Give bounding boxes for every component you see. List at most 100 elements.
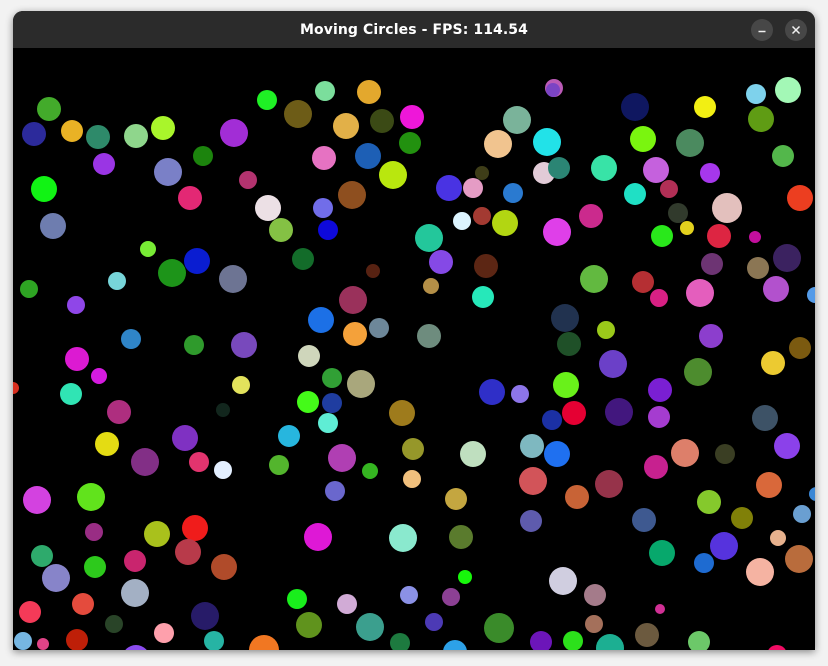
circles-canvas — [13, 48, 815, 650]
moving-circle — [548, 157, 570, 179]
moving-circle — [182, 515, 208, 541]
moving-circle — [770, 530, 786, 546]
moving-circle — [211, 554, 237, 580]
moving-circle — [333, 113, 359, 139]
moving-circle — [671, 439, 699, 467]
moving-circle — [635, 623, 659, 647]
moving-circle — [643, 157, 669, 183]
moving-circle — [322, 393, 342, 413]
moving-circle — [362, 463, 378, 479]
app-window: Moving Circles - FPS: 114.54 — [13, 11, 815, 650]
moving-circle — [595, 470, 623, 498]
moving-circle — [318, 413, 338, 433]
moving-circle — [520, 510, 542, 532]
moving-circle — [91, 368, 107, 384]
minimize-button[interactable] — [751, 19, 773, 41]
moving-circle — [655, 604, 665, 614]
moving-circle — [787, 185, 813, 211]
moving-circle — [599, 350, 627, 378]
moving-circle — [748, 106, 774, 132]
moving-circle — [453, 212, 471, 230]
moving-circle — [774, 433, 800, 459]
moving-circle — [400, 105, 424, 129]
moving-circle — [357, 80, 381, 104]
moving-circle — [660, 180, 678, 198]
moving-circle — [37, 97, 61, 121]
moving-circle — [67, 296, 85, 314]
moving-circle — [121, 329, 141, 349]
moving-circle — [632, 508, 656, 532]
moving-circle — [644, 455, 668, 479]
moving-circle — [543, 218, 571, 246]
moving-circle — [239, 171, 257, 189]
moving-circle — [789, 337, 811, 359]
moving-circle — [484, 613, 514, 643]
moving-circle — [680, 221, 694, 235]
moving-circle — [347, 370, 375, 398]
moving-circle — [775, 77, 801, 103]
minimize-icon — [758, 30, 766, 33]
moving-circle — [415, 224, 443, 252]
moving-circle — [343, 322, 367, 346]
moving-circle — [193, 146, 213, 166]
moving-circle — [154, 623, 174, 643]
moving-circle — [649, 540, 675, 566]
close-icon — [791, 25, 801, 35]
moving-circle — [37, 638, 49, 650]
moving-circle — [463, 178, 483, 198]
moving-circle — [296, 612, 322, 638]
moving-circle — [403, 470, 421, 488]
moving-circle — [313, 198, 333, 218]
title-bar[interactable]: Moving Circles - FPS: 114.54 — [13, 11, 815, 48]
moving-circle — [175, 539, 201, 565]
moving-circle — [312, 146, 336, 170]
moving-circle — [292, 248, 314, 270]
moving-circle — [715, 444, 735, 464]
moving-circle — [676, 129, 704, 157]
moving-circle — [287, 589, 307, 609]
moving-circle — [460, 441, 486, 467]
moving-circle — [20, 280, 38, 298]
moving-circle — [219, 265, 247, 293]
moving-circle — [107, 400, 131, 424]
moving-circle — [458, 570, 472, 584]
window-title: Moving Circles - FPS: 114.54 — [299, 21, 528, 38]
moving-circle — [650, 289, 668, 307]
moving-circle — [61, 120, 83, 142]
moving-circle — [746, 84, 766, 104]
moving-circle — [484, 130, 512, 158]
moving-circle — [492, 210, 518, 236]
moving-circle — [429, 250, 453, 274]
moving-circle — [19, 601, 41, 623]
close-button[interactable] — [785, 19, 807, 41]
moving-circle — [298, 345, 320, 367]
moving-circle — [189, 452, 209, 472]
moving-circle — [140, 241, 156, 257]
moving-circle — [318, 220, 338, 240]
moving-circle — [131, 448, 159, 476]
moving-circle — [366, 264, 380, 278]
moving-circle — [544, 441, 570, 467]
moving-circle — [65, 347, 89, 371]
moving-circle — [546, 83, 560, 97]
moving-circle — [402, 438, 424, 460]
moving-circle — [624, 183, 646, 205]
moving-circle — [338, 181, 366, 209]
moving-circle — [144, 521, 170, 547]
moving-circle — [66, 629, 88, 650]
moving-circle — [712, 193, 742, 223]
moving-circle — [158, 259, 186, 287]
moving-circle — [304, 523, 332, 551]
moving-circle — [315, 81, 335, 101]
moving-circle — [337, 594, 357, 614]
moving-circle — [255, 195, 281, 221]
moving-circle — [257, 90, 277, 110]
moving-circle — [14, 632, 32, 650]
moving-circle — [389, 400, 415, 426]
moving-circle — [184, 248, 210, 274]
moving-circle — [93, 153, 115, 175]
moving-circle — [542, 410, 562, 430]
moving-circle — [105, 615, 123, 633]
moving-circle — [389, 524, 417, 552]
moving-circle — [533, 128, 561, 156]
